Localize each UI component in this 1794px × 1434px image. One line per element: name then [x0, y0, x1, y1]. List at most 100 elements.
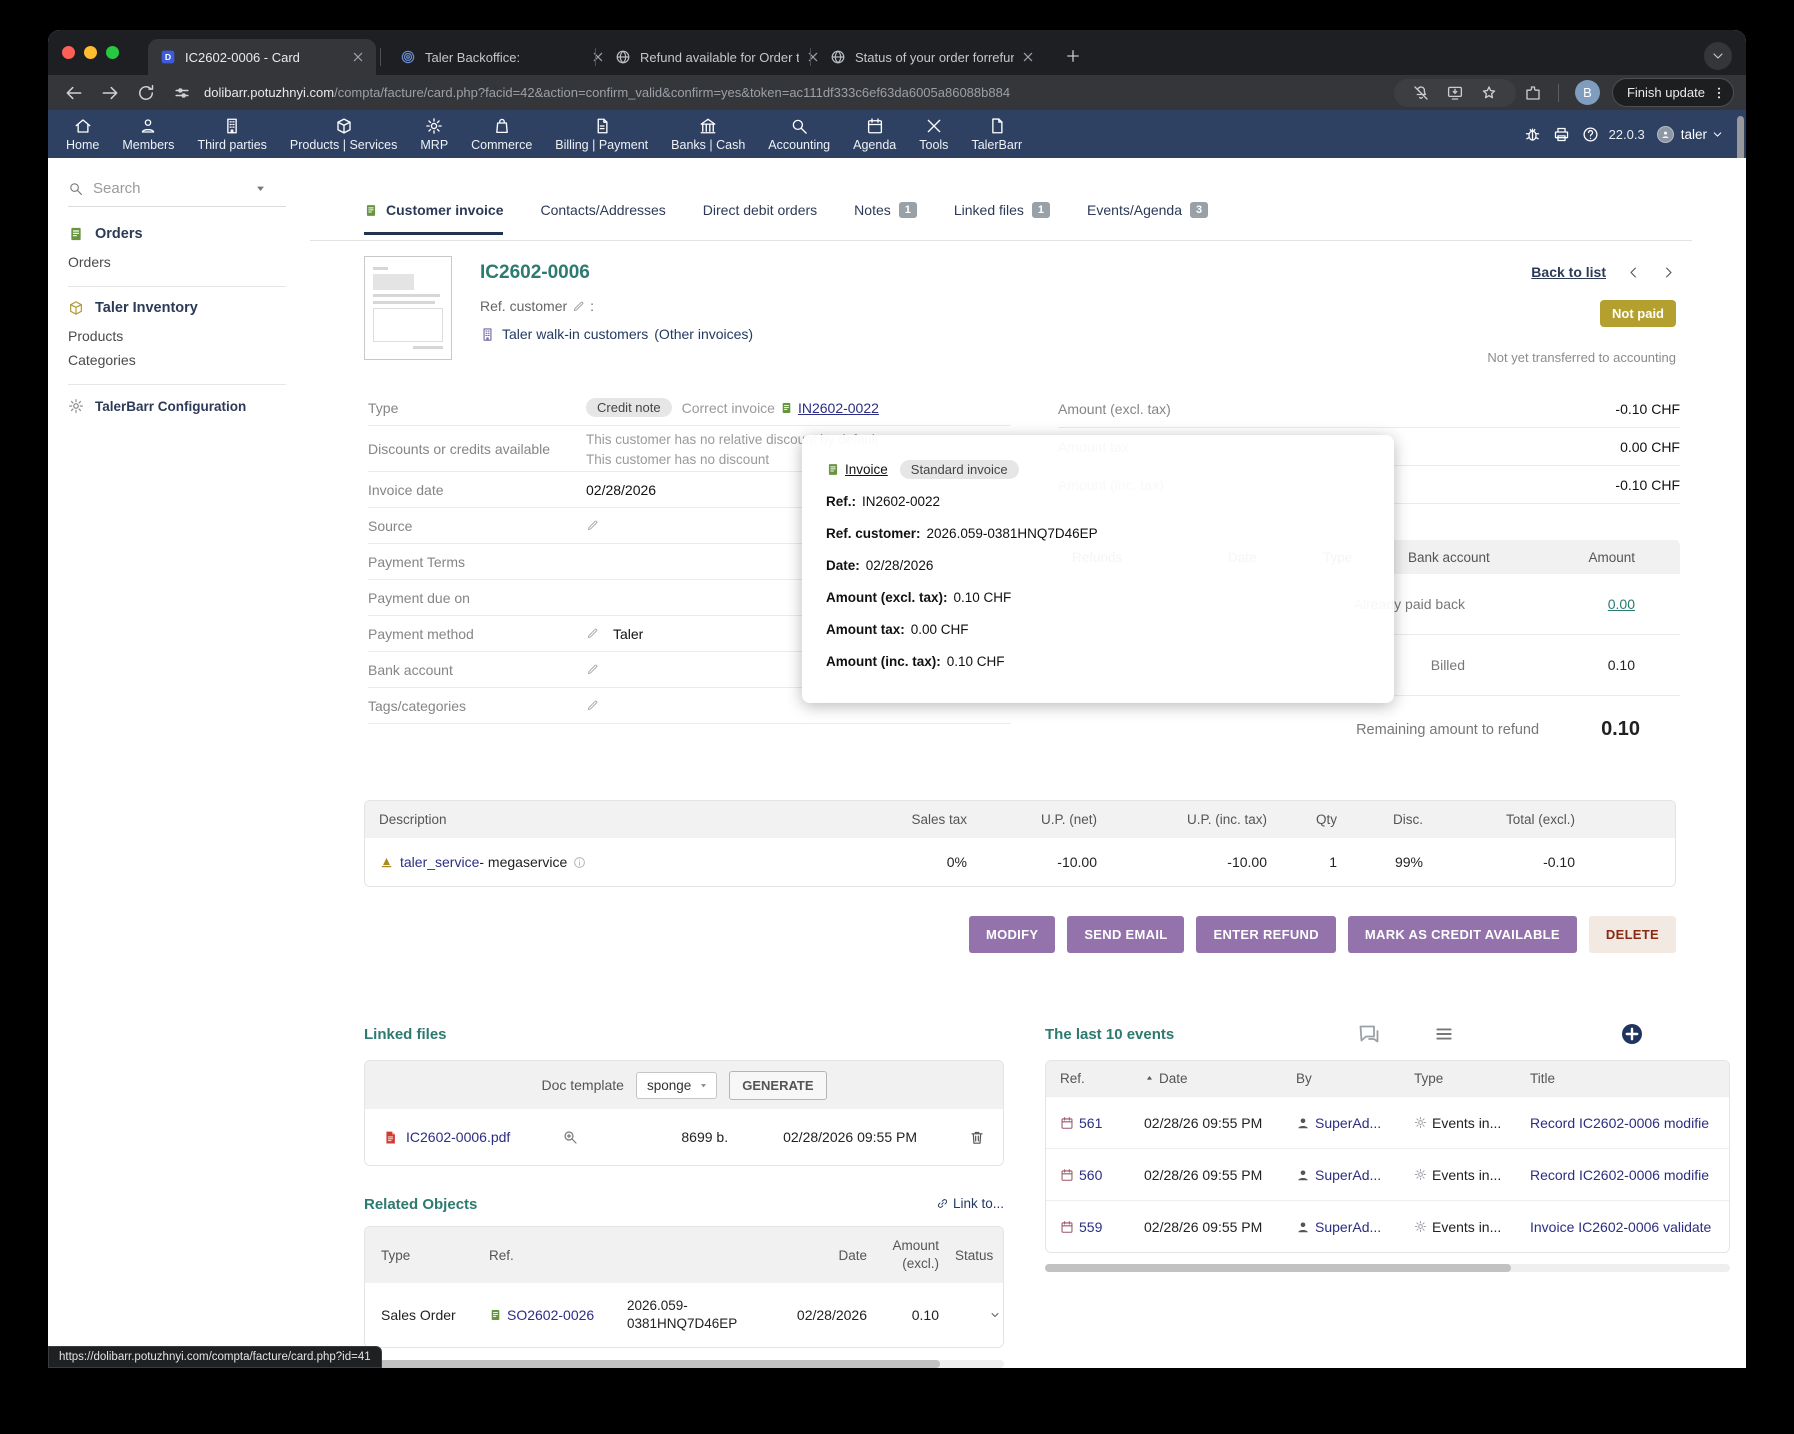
send-email-button[interactable]: SEND EMAIL: [1067, 916, 1184, 953]
already-paid-back-value[interactable]: 0.00: [1543, 596, 1635, 612]
nav-item-talerbarr[interactable]: TalerBarr: [971, 117, 1022, 152]
mark-credit-available-button[interactable]: MARK AS CREDIT AVAILABLE: [1348, 916, 1577, 953]
browser-tab[interactable]: Refund available for Order to: [603, 39, 831, 75]
back-button[interactable]: [64, 83, 84, 103]
address-bar[interactable]: dolibarr.potuzhnyi.com/compta/facture/ca…: [204, 85, 1394, 100]
nav-item-billing-payment[interactable]: Billing | Payment: [555, 117, 648, 152]
tab-direct-debit-orders[interactable]: Direct debit orders: [703, 202, 817, 232]
help-icon[interactable]: [1582, 126, 1599, 143]
modify-button[interactable]: MODIFY: [969, 916, 1055, 953]
info-icon[interactable]: [573, 856, 586, 869]
doc-template-select[interactable]: sponge: [636, 1072, 717, 1099]
browser-menu-icon[interactable]: [1711, 85, 1727, 101]
user-menu-chevron-icon[interactable]: [1711, 128, 1724, 141]
row-menu-icon[interactable]: [989, 1309, 1001, 1321]
edit-pencil-icon[interactable]: [586, 627, 599, 640]
bug-icon[interactable]: [1524, 126, 1541, 143]
edit-pencil-icon[interactable]: [586, 699, 599, 712]
tab-notes[interactable]: Notes1: [854, 202, 917, 232]
related-horizontal-scrollbar[interactable]: [364, 1360, 1004, 1368]
bookmark-star-icon[interactable]: [1480, 84, 1498, 102]
type-badge: Credit note: [586, 398, 672, 417]
related-object-row[interactable]: Sales Order SO2602-0026 2026.059-0381HNQ…: [365, 1283, 1003, 1347]
tab-events-agenda[interactable]: Events/Agenda3: [1087, 202, 1208, 232]
close-tab-icon[interactable]: [350, 49, 366, 65]
file-link[interactable]: IC2602-0006.pdf: [406, 1129, 510, 1145]
browser-tab-active[interactable]: D IC2602-0006 - Card: [148, 39, 376, 75]
sidebar-item-orders[interactable]: Orders: [68, 254, 111, 270]
user-avatar[interactable]: [1657, 126, 1674, 143]
nav-item-accounting[interactable]: Accounting: [768, 117, 830, 152]
username[interactable]: taler: [1681, 127, 1707, 142]
site-info-icon[interactable]: [172, 83, 192, 103]
sidebar-section-talerbarr-config[interactable]: TalerBarr Configuration: [68, 398, 246, 414]
mac-close-button[interactable]: [62, 46, 75, 59]
sidebar-section-taler-inventory[interactable]: Taler Inventory: [68, 300, 198, 316]
install-app-icon[interactable]: [1446, 84, 1464, 102]
link-to-link[interactable]: Link to...: [953, 1196, 1004, 1211]
sidebar-search[interactable]: [68, 180, 286, 207]
tab-list-button[interactable]: [1704, 42, 1732, 70]
linked-files-count-badge: 1: [1032, 202, 1050, 218]
new-tab-button[interactable]: [1060, 43, 1086, 69]
trash-icon[interactable]: [969, 1129, 985, 1146]
nav-item-members[interactable]: Members: [122, 117, 174, 152]
browser-profile-avatar[interactable]: B: [1575, 80, 1600, 105]
correct-invoice-link[interactable]: IN2602-0022: [798, 400, 879, 416]
product-link[interactable]: taler_service: [400, 854, 479, 870]
browser-tab[interactable]: Taler Backoffice:: [388, 39, 616, 75]
previous-record-icon[interactable]: [1626, 265, 1641, 280]
events-horizontal-scrollbar[interactable]: [1045, 1264, 1730, 1272]
nav-item-mrp[interactable]: MRP: [420, 117, 448, 152]
extensions-icon[interactable]: [1524, 84, 1542, 102]
edit-pencil-icon[interactable]: [586, 519, 599, 532]
browser-tab[interactable]: Status of your order forrefun: [818, 39, 1046, 75]
notifications-blocked-icon[interactable]: [1412, 84, 1430, 102]
tab-linked-files[interactable]: Linked files1: [954, 202, 1050, 232]
sidebar-section-orders[interactable]: Orders: [68, 226, 143, 242]
invoice-icon: [780, 401, 793, 415]
generate-button[interactable]: GENERATE: [729, 1071, 826, 1100]
event-row[interactable]: 560 02/28/26 09:55 PM SuperAd... Events …: [1046, 1148, 1729, 1200]
nav-item-tools[interactable]: Tools: [919, 117, 948, 152]
event-row[interactable]: 561 02/28/26 09:55 PM SuperAd... Events …: [1046, 1096, 1729, 1148]
mac-minimize-button[interactable]: [84, 46, 97, 59]
edit-pencil-icon[interactable]: [586, 663, 599, 676]
invoice-preview-thumbnail[interactable]: [364, 256, 452, 360]
forward-button[interactable]: [100, 83, 120, 103]
nav-item-commerce[interactable]: Commerce: [471, 117, 532, 152]
other-invoices-link[interactable]: (Other invoices): [654, 326, 753, 342]
accounting-transfer-note: Not yet transferred to accounting: [1487, 350, 1676, 365]
nav-item-banks-cash[interactable]: Banks | Cash: [671, 117, 745, 152]
close-tab-icon[interactable]: [1020, 49, 1036, 65]
delete-button[interactable]: DELETE: [1589, 916, 1676, 953]
edit-pencil-icon[interactable]: [572, 300, 585, 313]
finish-update-button[interactable]: Finish update: [1612, 78, 1734, 107]
tab-contacts-addresses[interactable]: Contacts/Addresses: [540, 202, 665, 232]
back-to-list-link[interactable]: Back to list: [1531, 264, 1606, 280]
nav-item-products-services[interactable]: Products | Services: [290, 117, 397, 152]
tab-customer-invoice[interactable]: Customer invoice: [364, 202, 503, 235]
messages-icon[interactable]: [1356, 1022, 1382, 1046]
search-input[interactable]: [93, 180, 253, 197]
reload-button[interactable]: [136, 83, 156, 103]
gear-icon: [1414, 1220, 1427, 1233]
person-icon: [1296, 1220, 1310, 1234]
nav-item-home[interactable]: Home: [66, 117, 99, 152]
enter-refund-button[interactable]: ENTER REFUND: [1196, 916, 1335, 953]
sort-asc-icon[interactable]: [1144, 1073, 1155, 1084]
preview-zoom-icon[interactable]: [562, 1129, 578, 1145]
nav-item-third-parties[interactable]: Third parties: [197, 117, 266, 152]
next-record-icon[interactable]: [1661, 265, 1676, 280]
add-event-icon[interactable]: [1620, 1022, 1644, 1046]
mac-zoom-button[interactable]: [106, 46, 119, 59]
event-row[interactable]: 559 02/28/26 09:55 PM SuperAd... Events …: [1046, 1200, 1729, 1252]
tooltip-invoice-link[interactable]: Invoice: [845, 462, 888, 477]
list-view-icon[interactable]: [1434, 1022, 1454, 1046]
printer-icon[interactable]: [1553, 126, 1570, 143]
nav-item-agenda[interactable]: Agenda: [853, 117, 896, 152]
thirdparty-link[interactable]: Taler walk-in customers: [502, 326, 648, 342]
sidebar-item-categories[interactable]: Categories: [68, 352, 136, 368]
search-caret-icon[interactable]: [253, 181, 268, 196]
sidebar-item-products[interactable]: Products: [68, 328, 123, 344]
